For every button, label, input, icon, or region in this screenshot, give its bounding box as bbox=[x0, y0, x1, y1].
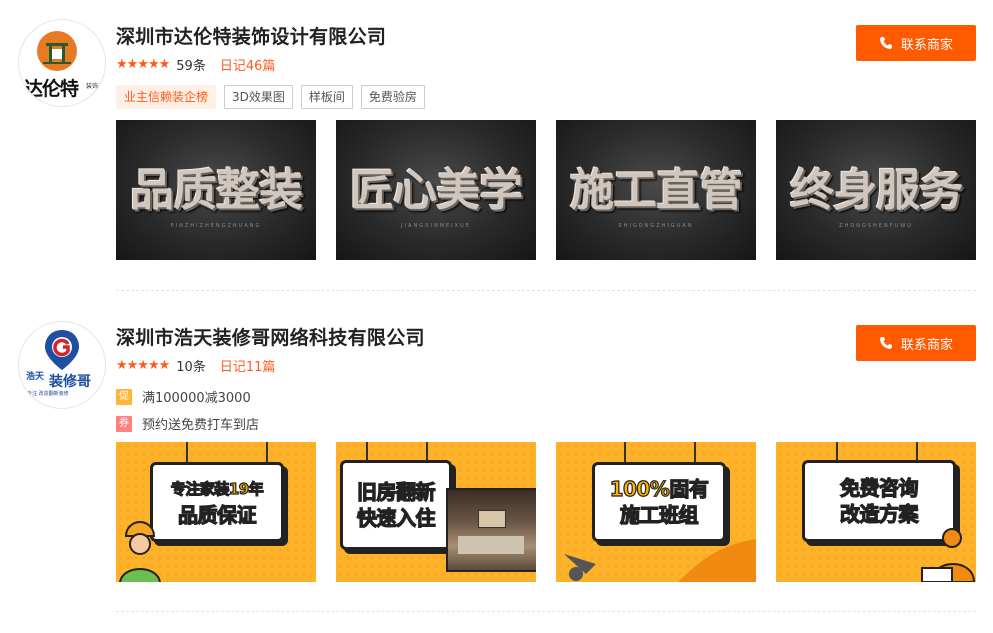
image-title: 终身服务 bbox=[790, 165, 963, 216]
section-divider bbox=[116, 290, 976, 291]
case-image[interactable]: 旧房翻新 快速入住 bbox=[336, 442, 536, 582]
logo-text: 装修哥 bbox=[49, 374, 91, 390]
contact-merchant-button[interactable]: 联系商家 bbox=[856, 325, 976, 361]
hanging-string bbox=[266, 442, 268, 464]
slogan-line-2: 快速入住 bbox=[356, 505, 436, 530]
diary-link[interactable]: 日记11篇 bbox=[220, 356, 276, 375]
phone-icon bbox=[879, 37, 892, 49]
case-images: 品质整装 PINZHIZHENGZHUANG 匠心美学 JIANGXINMEIX… bbox=[116, 120, 976, 260]
slogan-line-1: 旧房翻新 bbox=[356, 479, 436, 504]
logo-side-text: 装饰 bbox=[86, 83, 99, 90]
case-image[interactable]: 专注家装19年 品质保证 bbox=[116, 442, 316, 582]
hanging-string bbox=[426, 442, 428, 460]
image-subtitle: SHIGONGZHIGUAN bbox=[618, 223, 694, 229]
case-image[interactable]: 品质整装 PINZHIZHENGZHUANG bbox=[116, 120, 316, 260]
image-subtitle: ZHONGSHENFUWU bbox=[839, 223, 913, 229]
star-rating: ★★★★★ bbox=[116, 357, 170, 373]
image-title: 品质整装 bbox=[130, 165, 303, 216]
slogan-box: 旧房翻新 快速入住 bbox=[340, 460, 452, 550]
room-photo bbox=[446, 488, 536, 572]
hanging-string bbox=[836, 442, 838, 460]
case-image[interactable]: 终身服务 ZHONGSHENFUWU bbox=[776, 120, 976, 260]
case-image[interactable]: 免费咨询 改造方案 bbox=[776, 442, 976, 582]
phone-icon bbox=[879, 337, 892, 349]
hanging-string bbox=[916, 442, 918, 460]
logo-text: 达伦特 bbox=[24, 78, 79, 100]
tag-3d-render[interactable]: 3D效果图 bbox=[224, 85, 293, 109]
hanging-string bbox=[366, 442, 368, 460]
company-card-daluente: 达伦特 装饰 深圳市达伦特装饰设计有限公司 ★★★★★ 59条 日记46篇 联系… bbox=[0, 0, 993, 290]
slogan-line-2: 品质保证 bbox=[177, 502, 257, 527]
coupon-badge-icon: 券 bbox=[116, 415, 132, 432]
case-image[interactable]: 100%固有 施工班组 bbox=[556, 442, 756, 582]
image-subtitle: JIANGXINMEIXUE bbox=[401, 223, 471, 229]
promo-coupon: 券 预约送免费打车到店 bbox=[116, 414, 259, 433]
case-image[interactable]: 施工直管 SHIGONGZHIGUAN bbox=[556, 120, 756, 260]
company-logo[interactable]: 浩天 装修哥 专注 改造翻新装修 bbox=[18, 321, 106, 409]
company-name[interactable]: 深圳市达伦特装饰设计有限公司 bbox=[116, 22, 386, 49]
slogan-box: 100%固有 施工班组 bbox=[592, 462, 726, 542]
slogan-line-1: 100%固有 bbox=[609, 476, 709, 501]
slogan-line-1: 专注家装19年 bbox=[170, 479, 264, 498]
rating-row: ★★★★★ 59条 日记46篇 bbox=[116, 55, 276, 74]
tag-free-inspection[interactable]: 免费验房 bbox=[360, 85, 425, 109]
hanging-string bbox=[186, 442, 188, 464]
case-images: 专注家装19年 品质保证 旧房翻新 快速入住 100%固有 施工班组 免费咨询 … bbox=[116, 442, 976, 582]
image-title: 施工直管 bbox=[570, 165, 743, 216]
review-count[interactable]: 10条 bbox=[176, 356, 206, 375]
diary-link[interactable]: 日记46篇 bbox=[220, 55, 276, 74]
hanging-string bbox=[624, 442, 626, 464]
contact-merchant-button[interactable]: 联系商家 bbox=[856, 25, 976, 61]
promo-badge-icon: 促 bbox=[116, 388, 132, 405]
company-name[interactable]: 深圳市浩天装修哥网络科技有限公司 bbox=[116, 323, 425, 350]
tag-list: 业主信赖装企榜 3D效果图 样板间 免费验房 bbox=[116, 85, 425, 109]
slogan-line-2: 改造方案 bbox=[839, 501, 919, 526]
slogan-line-1: 免费咨询 bbox=[839, 475, 919, 500]
section-divider bbox=[116, 611, 976, 612]
contact-label: 联系商家 bbox=[900, 337, 953, 353]
tag-trusted[interactable]: 业主信赖装企榜 bbox=[116, 85, 217, 109]
consultant-icon bbox=[921, 528, 976, 582]
review-count[interactable]: 59条 bbox=[176, 55, 206, 74]
case-image[interactable]: 匠心美学 JIANGXINMEIXUE bbox=[336, 120, 536, 260]
worker-icon bbox=[119, 521, 161, 582]
image-subtitle: PINZHIZHENGZHUANG bbox=[170, 223, 262, 229]
logo-brand: 浩天 bbox=[26, 372, 45, 382]
promo-discount: 促 满100000减3000 bbox=[116, 387, 251, 406]
wave-decoration-icon bbox=[564, 539, 756, 582]
star-rating: ★★★★★ bbox=[116, 56, 170, 72]
slogan-line-2: 施工班组 bbox=[619, 502, 699, 527]
rating-row: ★★★★★ 10条 日记11篇 bbox=[116, 356, 276, 375]
company-card-haotian: 浩天 装修哥 专注 改造翻新装修 深圳市浩天装修哥网络科技有限公司 ★★★★★ … bbox=[0, 300, 993, 612]
contact-label: 联系商家 bbox=[900, 37, 953, 53]
tag-showroom[interactable]: 样板间 bbox=[300, 85, 353, 109]
promo-text: 预约送免费打车到店 bbox=[142, 418, 260, 433]
promo-text: 满100000减3000 bbox=[142, 391, 251, 406]
company-logo[interactable]: 达伦特 装饰 bbox=[18, 19, 106, 107]
image-title: 匠心美学 bbox=[350, 165, 523, 216]
hanging-string bbox=[694, 442, 696, 464]
logo-subtext: 专注 改造翻新装修 bbox=[27, 391, 69, 397]
